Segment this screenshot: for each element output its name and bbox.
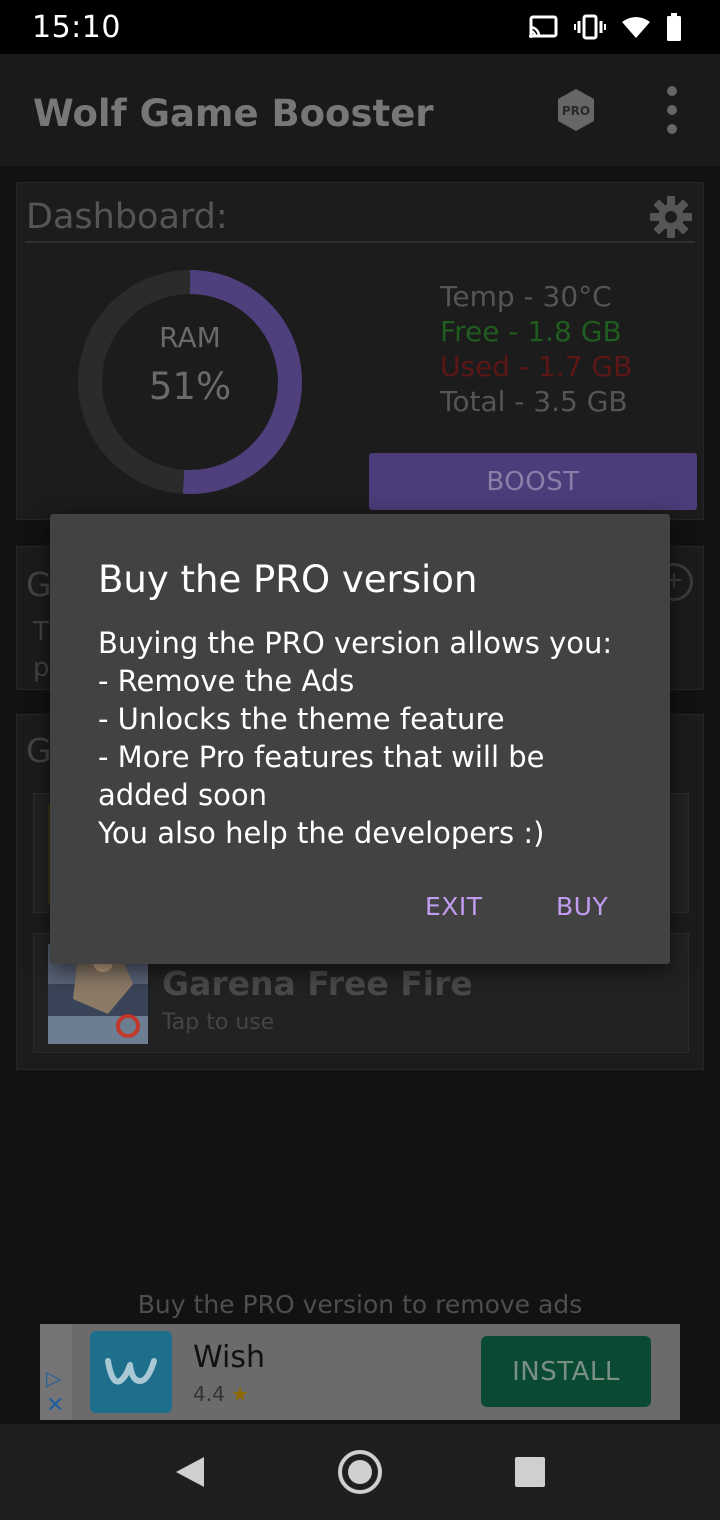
ram-percent: 51% [148, 365, 232, 408]
settings-gear-icon[interactable] [649, 195, 693, 239]
dashboard-card: Dashboard: RAM 51% Temp - 30°C Free - 1.… [16, 182, 704, 520]
home-icon[interactable] [338, 1450, 382, 1494]
ad-app-name: Wish [193, 1340, 265, 1375]
recents-icon[interactable] [515, 1457, 545, 1487]
memory-stats: Temp - 30°C Free - 1.8 GB Used - 1.7 GB … [440, 279, 632, 419]
back-icon[interactable] [174, 1456, 206, 1488]
status-icons [528, 12, 682, 42]
vibrate-icon [574, 14, 606, 40]
game-subtitle: Tap to use [162, 1010, 275, 1035]
games-card-title: G [26, 731, 52, 770]
used-stat: Used - 1.7 GB [440, 350, 633, 383]
overflow-menu-icon[interactable] [660, 86, 684, 134]
wish-logo [90, 1331, 172, 1413]
pro-dialog: Buy the PRO version Buying the PRO versi… [50, 514, 670, 964]
ad-rating: 4.4 ★ [193, 1382, 249, 1406]
app-title: Wolf Game Booster [33, 92, 434, 135]
secondary-card-title: G [26, 565, 52, 604]
ad-close-icon[interactable]: ✕ [46, 1392, 64, 1418]
navigation-bar [0, 1424, 720, 1520]
ad-choices-icon[interactable]: ▷ [46, 1366, 61, 1391]
dialog-message: Buying the PRO version allows you: - Rem… [98, 626, 613, 850]
secondary-card-line2: p [33, 653, 50, 683]
game-name: Garena Free Fire [162, 964, 473, 1003]
star-icon: ★ [231, 1382, 250, 1406]
cast-icon [529, 15, 558, 38]
ram-label: RAM [159, 321, 221, 354]
dashboard-title: Dashboard: [26, 197, 228, 237]
battery-icon [667, 13, 681, 41]
dashboard-divider [25, 241, 695, 243]
app-bar: Wolf Game Booster [0, 54, 720, 166]
status-bar: 15:10 [0, 0, 720, 54]
boost-button[interactable]: BOOST [369, 453, 697, 510]
ad-install-button[interactable]: INSTALL [481, 1336, 651, 1407]
exit-button[interactable]: EXIT [425, 892, 483, 921]
status-time: 15:10 [32, 10, 121, 45]
wifi-icon [622, 17, 650, 38]
temp-stat: Temp - 30°C [440, 280, 612, 313]
svg-text:PRO: PRO [562, 104, 590, 118]
free-stat: Free - 1.8 GB [440, 315, 622, 348]
total-stat: Total - 3.5 GB [440, 385, 628, 418]
ad-choices[interactable]: ▷ ✕ [40, 1324, 72, 1420]
ad-banner[interactable]: ▷ ✕ Wish 4.4 ★ INSTALL [40, 1324, 680, 1420]
secondary-card-line1: T [33, 617, 49, 647]
buy-button[interactable]: BUY [556, 892, 608, 921]
pro-badge-icon[interactable]: PRO [556, 88, 596, 132]
ad-caption: Buy the PRO version to remove ads [137, 1290, 583, 1319]
dialog-title: Buy the PRO version [98, 558, 478, 601]
ad-rating-value: 4.4 [193, 1382, 225, 1406]
